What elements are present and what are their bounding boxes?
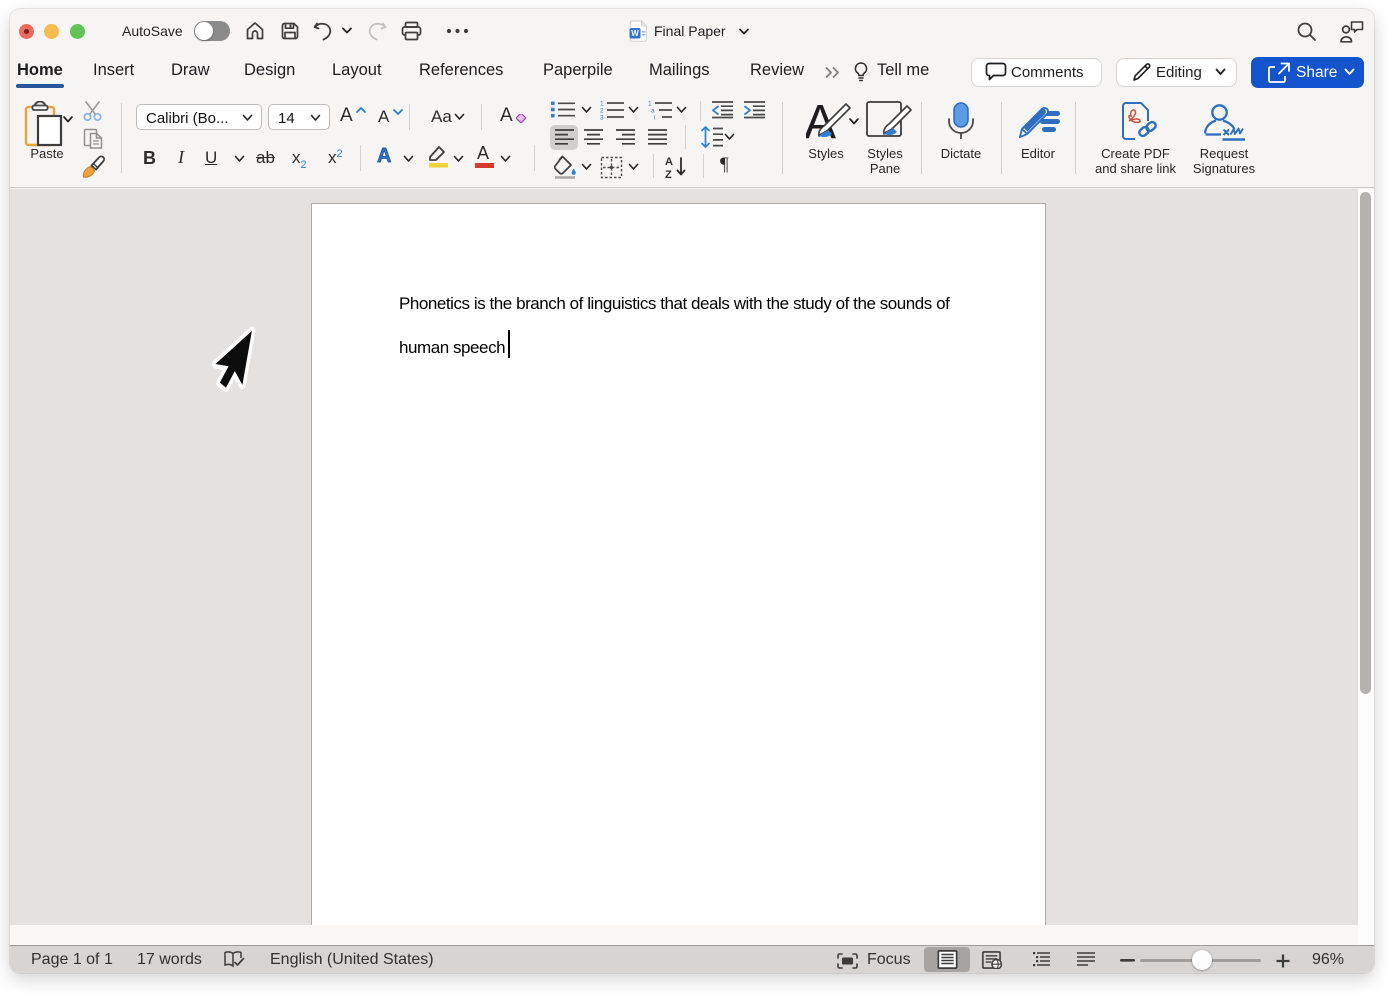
svg-text:a: a <box>651 108 655 115</box>
svg-text:1: 1 <box>648 101 652 108</box>
svg-text:A: A <box>665 156 673 168</box>
svg-text:1: 1 <box>600 101 604 108</box>
svg-text:i: i <box>654 115 655 121</box>
svg-text:2: 2 <box>600 108 604 115</box>
svg-text:3: 3 <box>600 115 604 121</box>
svg-text:Z: Z <box>665 169 672 180</box>
svg-text:W: W <box>631 29 639 38</box>
